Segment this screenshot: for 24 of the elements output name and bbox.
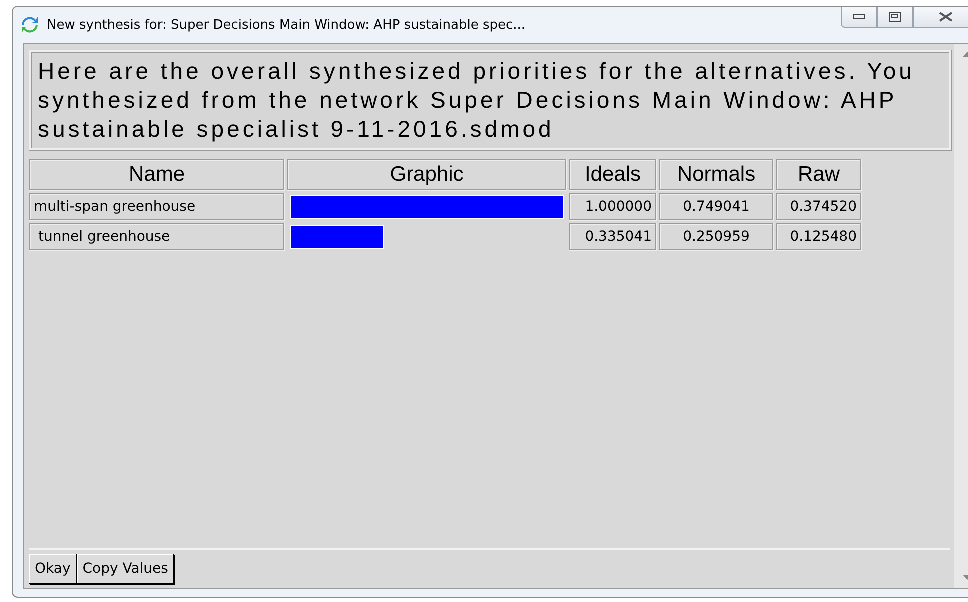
column-header: Name [29, 159, 285, 191]
ideals-cell: 0.335041 [569, 223, 657, 251]
name-cell: tunnel greenhouse [29, 223, 285, 251]
column-header: Graphic [287, 159, 567, 191]
minimize-icon [853, 14, 865, 20]
raw-cell: 0.374520 [776, 193, 862, 221]
window-title: New synthesis for: Super Decisions Main Window: AHP sustainable spec... [47, 18, 527, 32]
copy-values-button[interactable]: Copy Values [76, 554, 174, 584]
raw-cell: 0.125480 [776, 223, 862, 251]
refresh-icon [21, 16, 39, 34]
normals-cell: 0.749041 [659, 193, 774, 221]
minimize-button[interactable] [841, 7, 877, 28]
column-header: Raw [776, 159, 862, 191]
maximize-button[interactable] [877, 7, 913, 28]
ideals-cell: 1.000000 [569, 193, 657, 221]
okay-button[interactable]: Okay [29, 554, 77, 584]
normals-cell: 0.250959 [659, 223, 774, 251]
name-cell: multi-span greenhouse [29, 193, 285, 221]
close-icon [939, 12, 953, 22]
close-button[interactable] [913, 7, 968, 28]
summary-message: Here are the overall synthesized priorities for the alternatives. You synthesized from the network Super Decisions Main Window: AHP sustainable specialist 9-11-2016.sdmod [29, 50, 952, 151]
column-header: Ideals [569, 159, 657, 191]
restore-icon [889, 12, 901, 22]
column-header: Normals [659, 159, 774, 191]
